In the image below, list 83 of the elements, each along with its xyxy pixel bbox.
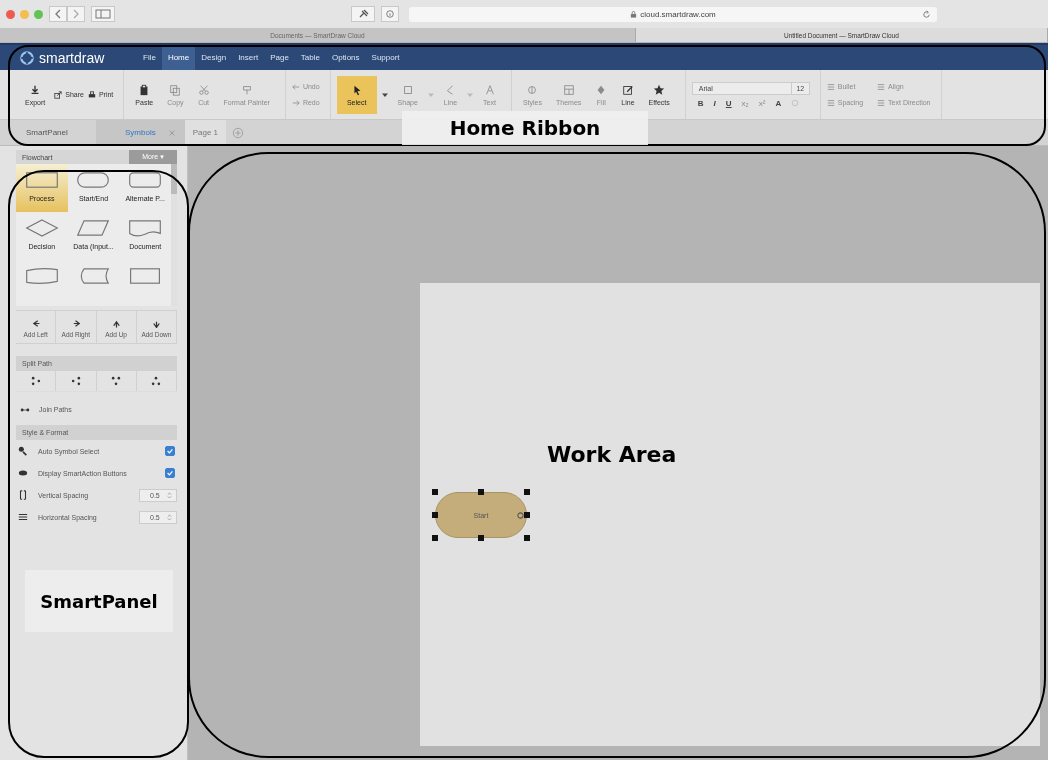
arrow-right-icon <box>71 319 81 328</box>
close-window-icon[interactable] <box>6 9 15 19</box>
selection-handle[interactable] <box>524 535 530 541</box>
decision-shape-icon <box>23 218 60 238</box>
symbol-select-icon <box>18 446 28 456</box>
process-shape-icon <box>23 170 60 190</box>
checkbox[interactable] <box>165 446 175 456</box>
pencil-icon <box>621 83 634 96</box>
annotation-label: Home Ribbon <box>402 111 648 145</box>
arrow-up-icon <box>111 319 121 328</box>
sidebar-icon[interactable] <box>91 6 115 22</box>
add-page-icon[interactable] <box>232 126 245 139</box>
scissors-icon <box>197 83 210 96</box>
format-button[interactable]: B <box>697 98 704 108</box>
selection-handle[interactable] <box>432 512 438 518</box>
align-icon <box>877 82 886 91</box>
text-direction-icon <box>877 98 886 107</box>
menu-tab[interactable]: Insert <box>232 45 265 70</box>
styles-icon <box>526 83 539 96</box>
menu-tab[interactable]: Home <box>161 45 196 70</box>
checkbox[interactable] <box>165 468 175 478</box>
stepper-icon[interactable] <box>167 512 172 522</box>
menu-tab[interactable]: Options <box>325 45 366 70</box>
format-button[interactable]: A <box>775 98 782 108</box>
selection-handle[interactable] <box>432 535 438 541</box>
star-icon <box>653 83 666 96</box>
lock-icon <box>630 10 638 18</box>
minimize-window-icon[interactable] <box>20 9 29 19</box>
menu-tab[interactable]: Page <box>264 45 295 70</box>
stepper-icon[interactable] <box>167 490 172 500</box>
alternate-process-shape-icon <box>127 170 164 190</box>
zoom-window-icon[interactable] <box>34 9 43 19</box>
menu-tab[interactable]: Table <box>294 45 326 70</box>
copy-icon <box>169 83 182 96</box>
forward-icon[interactable] <box>67 6 85 22</box>
vertical-spacing-icon <box>18 490 28 500</box>
pin-icon[interactable] <box>351 6 375 22</box>
app-logo: smartdraw <box>39 49 105 66</box>
brush-icon <box>240 83 253 96</box>
undo-icon <box>291 82 300 91</box>
selection-handle[interactable] <box>478 535 484 541</box>
document-shape-icon <box>127 218 164 238</box>
arrow-left-icon <box>31 319 41 328</box>
selection-handle[interactable] <box>432 489 438 495</box>
share-icon <box>54 90 63 99</box>
selection-handle[interactable] <box>478 489 484 495</box>
annotation-label: SmartPanel <box>25 570 173 632</box>
selection-handle[interactable] <box>524 489 530 495</box>
eye-icon <box>18 468 28 478</box>
connector-point-icon[interactable] <box>517 512 524 519</box>
split-path-icon <box>111 376 122 386</box>
shape-icon <box>401 83 414 96</box>
back-icon[interactable] <box>49 6 67 22</box>
scrollbar-thumb[interactable] <box>171 164 177 194</box>
horizontal-spacing-icon <box>18 512 28 522</box>
split-path-icon <box>30 376 41 386</box>
address-bar[interactable]: cloud.smartdraw.com <box>409 6 937 22</box>
logo-icon <box>20 50 34 65</box>
bullet-list-icon <box>826 82 835 91</box>
menu-tab[interactable]: Design <box>195 45 233 70</box>
close-icon[interactable] <box>167 128 176 137</box>
format-button[interactable]: U <box>725 98 732 108</box>
special-character-icon[interactable] <box>791 99 800 107</box>
split-path-icon <box>151 376 162 386</box>
arrow-down-icon <box>151 319 161 328</box>
annotation-label: Work Area <box>547 442 677 467</box>
format-button[interactable]: I <box>713 98 716 108</box>
menu-tab[interactable]: File <box>137 45 162 70</box>
text-icon <box>483 83 496 96</box>
reload-icon[interactable] <box>922 9 931 19</box>
split-path-icon <box>70 376 81 386</box>
selection-handle[interactable] <box>524 512 530 518</box>
printer-icon <box>87 90 96 99</box>
punched-tape-shape-icon <box>23 266 60 286</box>
start-end-shape-icon <box>75 170 112 190</box>
menu-tab[interactable]: Support <box>365 45 406 70</box>
panel-title: SmartPanel <box>25 127 69 139</box>
data-shape-icon <box>75 218 112 238</box>
themes-icon <box>562 83 575 96</box>
spacing-icon <box>826 98 835 107</box>
info-icon[interactable] <box>381 6 399 22</box>
redo-icon <box>291 98 300 107</box>
join-paths-icon <box>20 406 30 413</box>
